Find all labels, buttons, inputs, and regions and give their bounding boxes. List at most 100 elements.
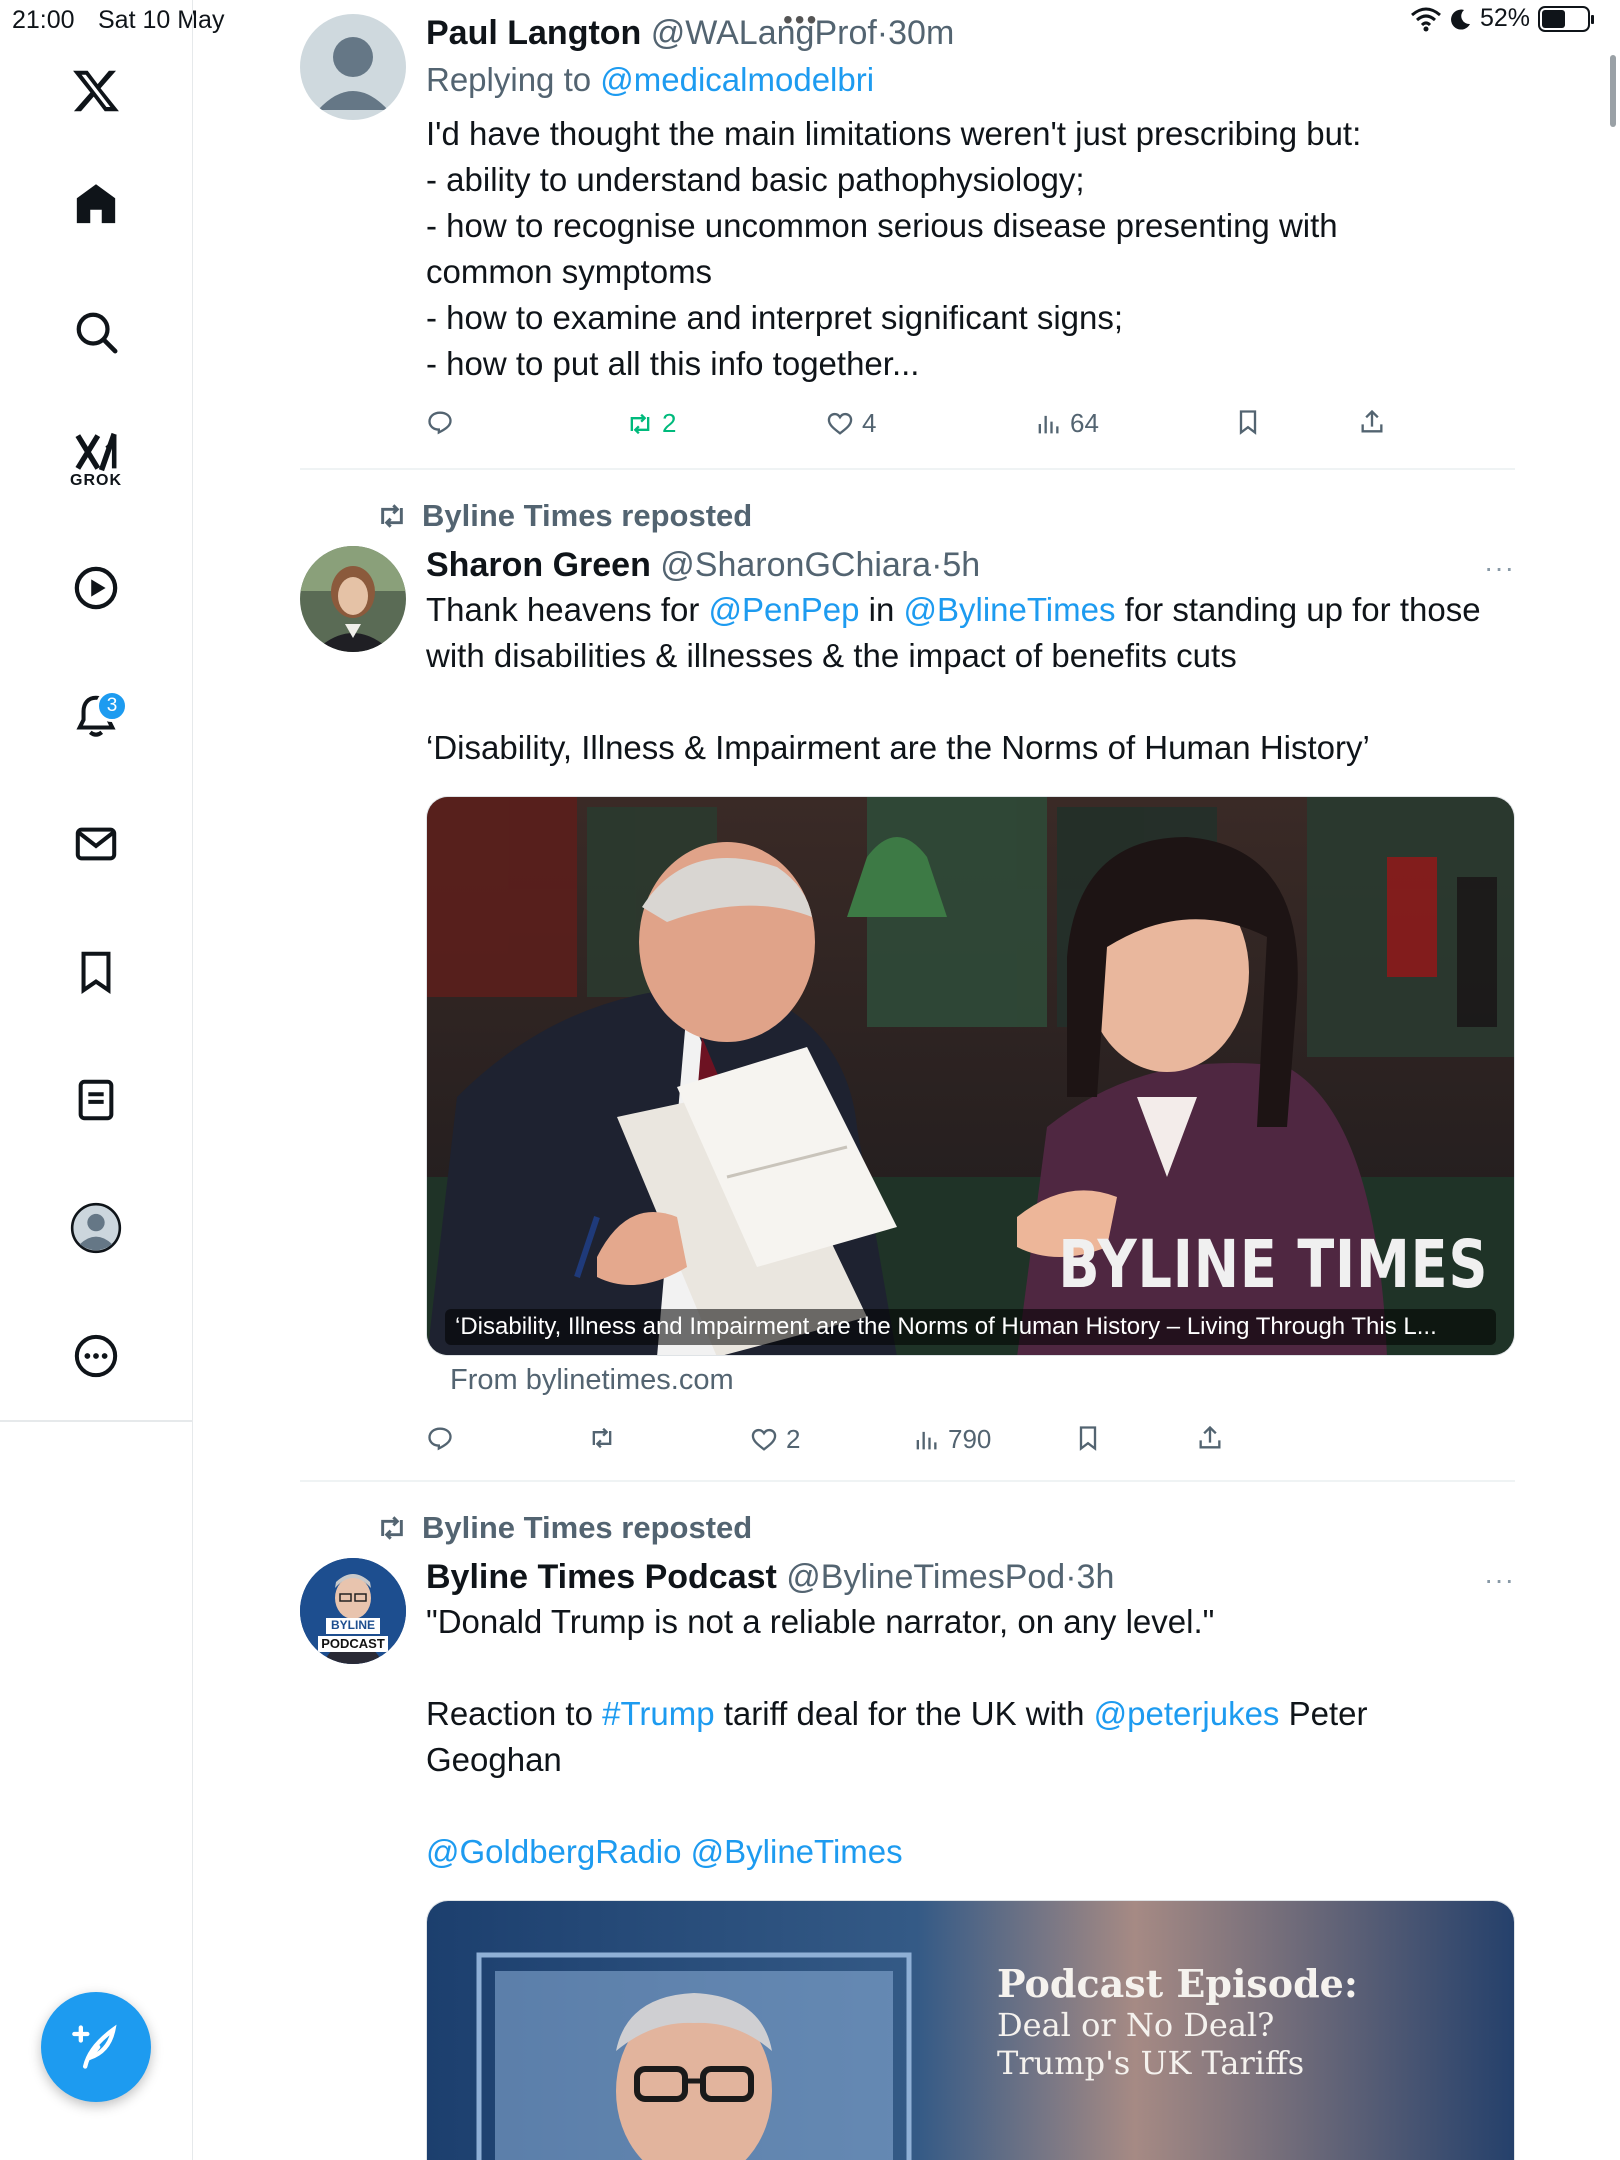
post-time[interactable]: 5h <box>942 546 980 584</box>
nav-lists[interactable] <box>60 1064 132 1136</box>
avatar[interactable] <box>300 546 406 652</box>
post-line: Geoghan <box>426 1741 562 1778</box>
replying-prefix: Replying to <box>426 61 592 98</box>
reposted-by-text: Byline Times reposted <box>422 1510 753 1545</box>
text-segment: for standing up for those <box>1124 591 1481 628</box>
bookmark-button[interactable] <box>1234 408 1262 436</box>
reposted-by-label[interactable]: Byline Times reposted <box>376 498 752 534</box>
like-button[interactable]: 2 <box>750 1424 800 1455</box>
repost-button[interactable] <box>588 1424 616 1452</box>
post-actions: 2 4 64 <box>426 408 1515 448</box>
grok-icon <box>75 432 117 472</box>
like-count: 2 <box>786 1424 801 1454</box>
like-button[interactable]: 4 <box>826 408 876 439</box>
more-circle-icon <box>74 1334 118 1378</box>
scrollbar[interactable] <box>1610 55 1616 127</box>
compose-post-button[interactable] <box>41 1992 151 2102</box>
post-time[interactable]: 3h <box>1077 1558 1115 1596</box>
post-time[interactable]: 30m <box>888 14 954 52</box>
avatar[interactable] <box>300 14 406 120</box>
author-handle[interactable]: @BylineTimesPod <box>786 1558 1065 1596</box>
post-divider <box>300 1480 1515 1482</box>
x-logo-button[interactable] <box>60 55 132 127</box>
repost-icon <box>592 1427 612 1449</box>
post-line: - how to put all this info together... <box>426 345 920 382</box>
views-button[interactable]: 64 <box>1034 408 1099 439</box>
share-button[interactable] <box>1196 1424 1224 1452</box>
post-actions: 2 790 <box>426 1424 1515 1464</box>
compose-feather-icon <box>72 2024 117 2069</box>
post-line: - ability to understand basic pathophysi… <box>426 161 1085 198</box>
podcast-card-subtitle: Trump's UK Tariffs <box>997 2044 1305 2082</box>
lists-icon <box>78 1079 114 1121</box>
podcast-card-image[interactable]: Podcast Episode: Deal or No Deal? Trump'… <box>426 1900 1515 2160</box>
like-count: 4 <box>862 408 877 438</box>
reply-button[interactable] <box>426 1424 454 1452</box>
header-separator: · <box>931 546 943 584</box>
link-card-source[interactable]: From bylinetimes.com <box>450 1364 734 1397</box>
nav-profile[interactable] <box>60 1192 132 1264</box>
search-icon <box>76 312 118 354</box>
nav-messages[interactable] <box>60 808 132 880</box>
text-segment: tariff deal for the UK with <box>723 1695 1085 1732</box>
nav-more[interactable] <box>60 1320 132 1392</box>
views-button[interactable]: 790 <box>912 1424 991 1455</box>
post-text: I'd have thought the main limitations we… <box>426 111 1515 387</box>
post-line: - how to examine and interpret significa… <box>426 299 1124 336</box>
podcast-card-subtitle: Deal or No Deal? <box>997 2006 1275 2044</box>
post-divider <box>300 468 1515 470</box>
repost-icon <box>630 413 650 434</box>
home-icon <box>76 184 116 224</box>
link-card-caption: ‘Disability, Illness and Impairment are … <box>445 1309 1496 1345</box>
post-line: Thank heavens for @PenPep in @BylineTime… <box>426 587 1515 633</box>
avatar-label-byline: BYLINE <box>330 1618 375 1632</box>
avatar[interactable]: BYLINE PODCAST <box>300 1558 406 1664</box>
hashtag-link[interactable]: #Trump <box>602 1695 714 1732</box>
bookmark-button[interactable] <box>1074 1424 1102 1452</box>
author-name[interactable]: Byline Times Podcast <box>426 1558 777 1596</box>
notifications-badge: 3 <box>96 690 128 722</box>
share-icon <box>1361 409 1383 433</box>
video-icon <box>74 566 118 610</box>
heart-icon <box>751 1428 777 1451</box>
nav-video[interactable] <box>60 552 132 624</box>
bookmark-icon <box>1239 410 1257 435</box>
replying-to-mention[interactable]: @medicalmodelbri <box>600 61 874 98</box>
author-name[interactable]: Paul Langton <box>426 14 641 52</box>
mentions-line[interactable]: @GoldbergRadio @BylineTimes <box>426 1829 1515 1875</box>
author-name[interactable]: Sharon Green <box>426 546 651 584</box>
reply-button[interactable] <box>426 408 454 436</box>
post-quote-line: ‘Disability, Illness & Impairment are th… <box>426 729 1370 766</box>
link-card-image[interactable]: BYLINE TIMES ‘Disability, Illness and Im… <box>426 796 1515 1356</box>
mention-link[interactable]: @peterjukes <box>1094 1695 1280 1732</box>
sidebar-divider <box>0 1420 193 1422</box>
mention-link[interactable]: @BylineTimes <box>903 591 1115 628</box>
post-header: Byline Times Podcast @BylineTimesPod·3h <box>426 1558 1515 1597</box>
post-text: Thank heavens for @PenPep in @BylineTime… <box>426 587 1515 771</box>
post-line: - how to recognise uncommon serious dise… <box>426 207 1338 244</box>
post-byline-times-podcast[interactable]: BYLINE PODCAST Byline Times Podcast @Byl… <box>300 1558 1515 2160</box>
more-options-button[interactable]: ··· <box>1484 1564 1515 1596</box>
reposted-by-label[interactable]: Byline Times reposted <box>376 1510 752 1546</box>
post-sharon-green[interactable]: Sharon Green @SharonGChiara·5h ··· Thank… <box>300 546 1515 1466</box>
battery-fill <box>1542 9 1565 28</box>
text-segment: Reaction to <box>426 1695 593 1732</box>
author-handle[interactable]: @WALangProf <box>651 14 877 52</box>
author-handle[interactable]: @SharonGChiara <box>660 546 931 584</box>
repost-button[interactable]: 2 <box>626 408 676 439</box>
share-button[interactable] <box>1358 408 1386 436</box>
nav-search[interactable] <box>60 296 132 368</box>
repost-icon <box>381 1516 403 1540</box>
view-count: 790 <box>948 1424 992 1454</box>
nav-notifications[interactable]: 3 <box>60 680 132 752</box>
post-header: Paul Langton @WALangProf·30m <box>426 14 1515 53</box>
post-line: "Donald Trump is not a reliable narrator… <box>426 1603 1215 1640</box>
nav-home[interactable] <box>60 168 132 240</box>
nav-bookmarks[interactable] <box>60 936 132 1008</box>
nav-grok[interactable]: GROK <box>60 420 132 502</box>
post-paul-langton[interactable]: Paul Langton @WALangProf·30m Replying to… <box>300 14 1515 464</box>
header-separator: · <box>876 14 889 52</box>
mention-link[interactable]: @PenPep <box>709 591 860 628</box>
more-options-button[interactable]: ··· <box>1484 552 1515 584</box>
post-line: I'd have thought the main limitations we… <box>426 115 1362 152</box>
